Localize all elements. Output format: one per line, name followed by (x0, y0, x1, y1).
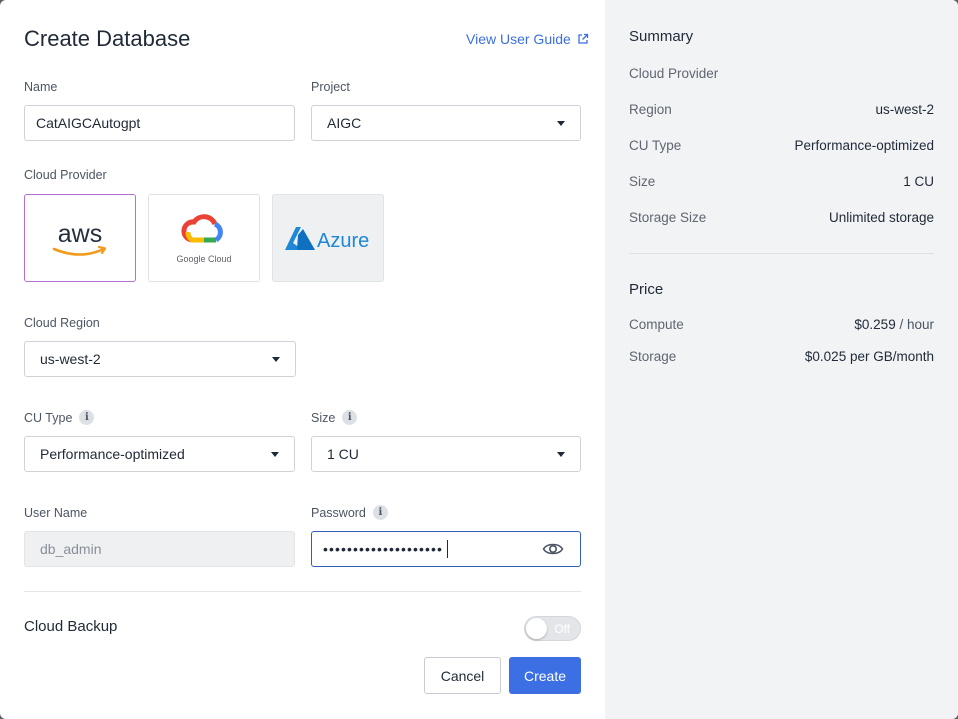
info-icon[interactable]: i (342, 410, 358, 425)
name-input-value: CatAIGCAutogpt (36, 115, 141, 131)
password-input[interactable]: •••••••••••••••••••• (311, 531, 581, 567)
password-label: Password i (311, 505, 388, 520)
summary-value: Unlimited storage (828, 210, 934, 225)
summary-value: Performance-optimized (794, 138, 934, 153)
azure-logo-text: Azure (317, 230, 369, 252)
chevron-down-icon (271, 451, 279, 457)
project-label: Project (311, 80, 350, 94)
price-key: Compute (629, 317, 684, 332)
size-label-text: Size (311, 410, 336, 425)
text-cursor (447, 540, 449, 558)
compute-price: $0.259 (854, 317, 896, 332)
cu-type-value: Performance-optimized (40, 446, 185, 462)
azure-logo-icon: Azure (285, 227, 369, 252)
price-row-storage: Storage $0.025 per GB/month (629, 349, 934, 364)
form-panel: Create Database View User Guide Name Cat… (0, 0, 605, 719)
aws-logo-text: aws (58, 220, 102, 248)
cloud-region-label: Cloud Region (24, 316, 100, 330)
project-select[interactable]: AIGC (311, 105, 581, 141)
info-icon[interactable]: i (372, 505, 388, 520)
price-row-compute: Compute $0.259 / hour (629, 317, 934, 332)
divider (629, 253, 934, 254)
aws-logo-icon: aws (52, 220, 107, 256)
password-label-text: Password (311, 505, 366, 520)
info-icon[interactable]: i (79, 410, 95, 425)
chevron-down-icon (557, 120, 565, 126)
name-label: Name (24, 80, 58, 94)
summary-row: Size 1 CU (629, 174, 934, 189)
summary-panel: Summary Cloud Provider Region us-west-2 … (605, 0, 958, 719)
project-select-value: AIGC (327, 115, 362, 131)
compute-unit: / hour (899, 317, 934, 332)
cloud-region-select[interactable]: us-west-2 (24, 341, 296, 377)
cu-type-select[interactable]: Performance-optimized (24, 436, 295, 472)
cu-type-label: CU Type i (24, 410, 95, 425)
summary-key: Region (629, 102, 672, 117)
view-user-guide-link[interactable]: View User Guide (466, 31, 589, 47)
size-value: 1 CU (327, 446, 359, 462)
summary-key: Storage Size (629, 210, 707, 225)
chevron-down-icon (272, 356, 280, 362)
summary-title: Summary (629, 28, 694, 45)
summary-key: CU Type (629, 138, 682, 153)
username-label: User Name (24, 506, 88, 520)
username-value: db_admin (40, 541, 102, 557)
cancel-button[interactable]: Cancel (424, 657, 501, 694)
provider-aws-card[interactable]: aws (24, 194, 136, 282)
summary-row: Storage Size Unlimited storage (629, 210, 934, 225)
price-key: Storage (629, 349, 677, 364)
cloud-region-value: us-west-2 (40, 351, 101, 367)
size-select[interactable]: 1 CU (311, 436, 581, 472)
provider-google-cloud-card[interactable]: Google Cloud (148, 194, 260, 282)
username-input: db_admin (24, 531, 295, 567)
cloud-provider-label: Cloud Provider (24, 168, 107, 182)
summary-key: Cloud Provider (629, 66, 719, 81)
cu-type-label-text: CU Type (24, 410, 73, 425)
toggle-knob (526, 618, 547, 639)
external-link-icon (578, 33, 588, 44)
cloud-backup-label: Cloud Backup (24, 618, 118, 635)
create-button[interactable]: Create (509, 657, 581, 694)
summary-row: Region us-west-2 (629, 102, 934, 117)
chevron-down-icon (557, 451, 565, 457)
price-value: $0.025 per GB/month (804, 349, 934, 364)
password-value: •••••••••••••••••••• (323, 541, 444, 557)
summary-key: Size (629, 174, 656, 189)
price-title: Price (629, 281, 664, 298)
summary-row: Cloud Provider (629, 66, 934, 81)
google-cloud-logo-icon: Google Cloud (176, 214, 232, 264)
name-input[interactable]: CatAIGCAutogpt (24, 105, 295, 141)
create-database-dialog: Create Database View User Guide Name Cat… (0, 0, 958, 719)
size-label: Size i (311, 410, 358, 425)
google-cloud-text: Google Cloud (176, 254, 231, 264)
dialog-title: Create Database (24, 26, 191, 51)
eye-icon[interactable] (542, 540, 564, 558)
divider (24, 591, 581, 592)
summary-value: us-west-2 (875, 102, 934, 117)
price-value: $0.259 / hour (854, 317, 934, 332)
provider-azure-card[interactable]: Azure (272, 194, 384, 282)
cloud-backup-toggle[interactable]: Off (524, 616, 581, 641)
toggle-state-text: Off (554, 622, 570, 636)
summary-value: 1 CU (903, 174, 934, 189)
summary-row: CU Type Performance-optimized (629, 138, 934, 153)
guide-link-label: View User Guide (466, 31, 571, 47)
